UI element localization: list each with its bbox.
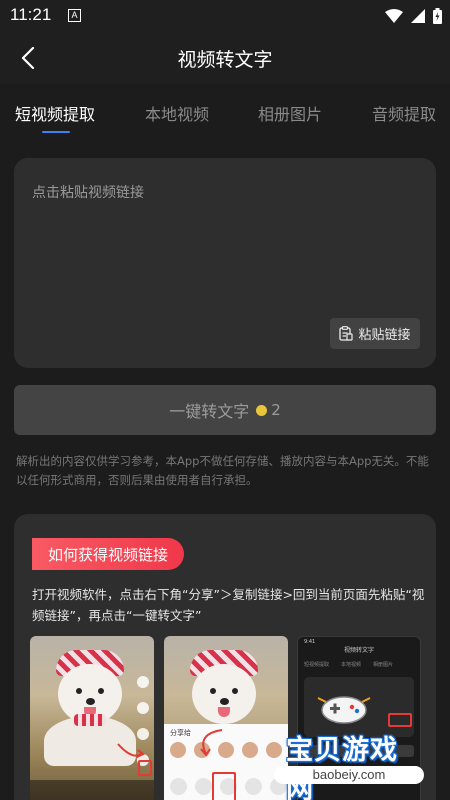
page-title: 视频转文字 [177, 49, 273, 71]
mini-tab: 本地视频 [341, 662, 362, 668]
avatar-icon [137, 676, 149, 688]
mini-tab: 短视频提取 [304, 662, 330, 668]
mini-tabs: 短视频提取 本地视频 相册图片 [304, 661, 393, 668]
share-highlight-box [138, 760, 152, 776]
guide-screenshot-video [30, 636, 154, 800]
share-sheet-title: 分享给 [170, 729, 191, 737]
paste-link-label: 粘贴链接 [358, 328, 411, 343]
arrow-annotation-icon [117, 743, 145, 758]
share-sheet: 分享给 [164, 724, 288, 800]
tab-short-video[interactable]: 短视频提取 [15, 101, 95, 125]
clipboard-icon [339, 326, 354, 341]
status-icons [385, 7, 442, 25]
status-bar: 11:21 A [0, 0, 450, 32]
battery-icon [433, 8, 442, 24]
wifi-icon [385, 9, 403, 23]
signal-icon [411, 9, 425, 23]
arrow-annotation-icon [200, 729, 223, 757]
duet-icon [245, 778, 262, 795]
comment-icon [137, 728, 149, 740]
title-bar: 视频转文字 [0, 32, 450, 84]
disclaimer-text: 解析出的内容仅供学习参考，本App不做任何存储、播放内容与本App无关。不能以任… [16, 454, 429, 487]
repost-icon [195, 778, 212, 795]
status-time: 11:21 [10, 5, 52, 24]
mini-app-title: 视频转文字 [343, 647, 374, 654]
paste-link-button[interactable]: 粘贴链接 [330, 318, 420, 349]
tab-bar: 短视频提取 本地视频 相册图片 音频提取 [0, 84, 450, 136]
dog-eye [98, 688, 104, 694]
convert-to-text-button[interactable]: 一键转文字 2 [14, 385, 436, 435]
guide-screenshot-share: 分享给 [164, 636, 288, 800]
tab-album-images[interactable]: 相册图片 [258, 101, 322, 125]
guide-badge: 如何获得视频链接 [32, 538, 184, 570]
watermark-logo: 宝贝游戏网 baobeiy.com [274, 690, 424, 800]
active-tab-indicator [42, 131, 70, 133]
tab-audio-extract[interactable]: 音频提取 [372, 101, 436, 125]
mini-tab: 相册图片 [373, 662, 394, 668]
notification-a-icon: A [68, 9, 81, 22]
contact-avatar [170, 742, 186, 758]
dog-eye [232, 688, 238, 694]
contact-avatar [242, 742, 258, 758]
tab-local-video[interactable]: 本地视频 [145, 101, 209, 125]
thumbs-up-icon [170, 778, 187, 795]
video-caption-bar [30, 780, 154, 800]
watermark-domain: baobeiy.com [274, 766, 424, 784]
convert-label: 一键转文字 [169, 402, 250, 421]
dog-eye [76, 688, 82, 694]
copy-link-highlight-box [212, 772, 236, 800]
dog-nose [220, 698, 229, 705]
link-input-placeholder: 点击粘贴视频链接 [32, 185, 144, 201]
link-input-area[interactable]: 点击粘贴视频链接 粘贴链接 [14, 158, 436, 368]
gamepad-icon [317, 696, 371, 724]
bow-illustration [74, 714, 106, 726]
watermark-title: 宝贝游戏网 [286, 735, 398, 800]
dog-eye [210, 688, 216, 694]
like-icon [137, 702, 149, 714]
dog-nose [86, 698, 95, 705]
coin-cost: 2 [271, 401, 281, 419]
guide-instructions: 打开视频软件，点击右下角“分享”＞复制链接>回到当前页面先粘贴“视频链接”，再点… [32, 587, 425, 623]
share-contacts-row [170, 742, 282, 758]
coin-icon [256, 404, 268, 416]
